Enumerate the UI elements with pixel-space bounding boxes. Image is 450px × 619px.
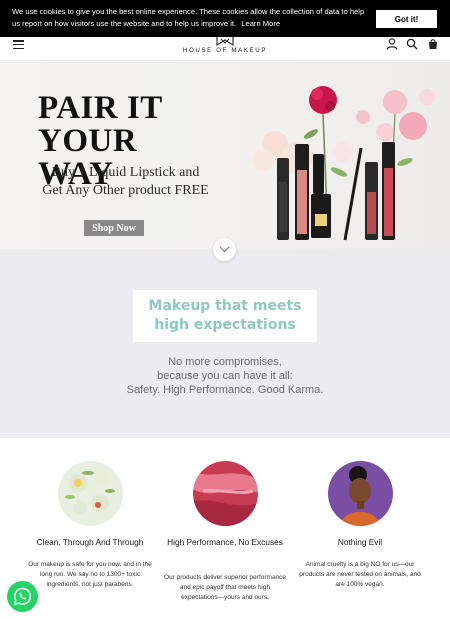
whatsapp-icon bbox=[13, 587, 32, 606]
shop-now-button[interactable]: Shop Now bbox=[84, 220, 144, 236]
intro-heading: Makeup that meets high expectations bbox=[133, 297, 317, 335]
whatsapp-chat-button[interactable] bbox=[7, 581, 38, 612]
feature-clean-title: Clean, Through And Through bbox=[36, 537, 144, 547]
clean-ingredients-image bbox=[58, 461, 123, 526]
intro-heading-box: Makeup that meets high expectations bbox=[133, 290, 317, 342]
logo-text: HOUSE OF MAKEUP bbox=[182, 47, 268, 54]
feature-nothing-evil-title: Nothing Evil bbox=[337, 537, 383, 547]
feature-clean-text: Our makeup is safe for you now, and in t… bbox=[28, 561, 152, 588]
hero-title-line1: PAIR IT bbox=[38, 90, 163, 126]
cookie-message-text: We use cookies to give you the best onli… bbox=[12, 7, 365, 28]
lipstick-products-image bbox=[252, 86, 435, 241]
cart-icon[interactable] bbox=[427, 38, 439, 50]
logo-mark-icon bbox=[216, 37, 234, 46]
cookie-learn-more-link[interactable]: Learn More bbox=[241, 19, 280, 28]
scroll-down-button[interactable] bbox=[213, 238, 236, 261]
page: We use cookies to give you the best onli… bbox=[0, 0, 450, 619]
cookie-accept-button[interactable]: Got it! bbox=[376, 10, 437, 28]
intro-text-line2: because you can have it all: bbox=[157, 370, 293, 382]
chevron-down-icon bbox=[219, 246, 230, 253]
search-icon[interactable] bbox=[406, 38, 418, 50]
site-header: HOUSE OF MAKEUP bbox=[0, 37, 450, 61]
intro-section: Makeup that meets high expectations No m… bbox=[0, 249, 450, 438]
hero-subtitle-line2: Get Any Other product FREE bbox=[42, 183, 209, 198]
intro-text-line3: Safety. High Performance. Good Karma. bbox=[126, 384, 324, 396]
account-icon[interactable] bbox=[386, 38, 398, 50]
intro-heading-line1: Makeup that meets bbox=[148, 298, 302, 314]
hero-banner[interactable]: PAIR IT YOUR WAY Buy 1 Liquid Lipstick a… bbox=[0, 62, 450, 249]
logo[interactable]: HOUSE OF MAKEUP bbox=[170, 37, 280, 61]
features-section: Clean, Through And Through Our makeup is… bbox=[0, 438, 450, 619]
cookie-banner: We use cookies to give you the best onli… bbox=[0, 0, 450, 37]
hero-subtitle: Buy 1 Liquid Lipstick and Get Any Other … bbox=[38, 164, 213, 200]
high-performance-image bbox=[193, 461, 258, 526]
menu-icon[interactable] bbox=[13, 40, 24, 50]
feature-performance-text: Our products deliver superior performanc… bbox=[163, 574, 287, 601]
hero-subtitle-line1: Buy 1 Liquid Lipstick and bbox=[51, 165, 200, 180]
intro-heading-line2: high expectations bbox=[154, 317, 296, 333]
cookie-message: We use cookies to give you the best onli… bbox=[12, 6, 372, 30]
model-portrait-image bbox=[328, 461, 393, 526]
feature-nothing-evil-text: Animal cruelty is a big NO for us—our pr… bbox=[299, 561, 421, 588]
feature-performance-title: High Performance, No Excuses bbox=[167, 537, 283, 547]
intro-text: No more compromises, because you can hav… bbox=[100, 355, 350, 397]
intro-text-line1: No more compromises, bbox=[168, 356, 282, 368]
